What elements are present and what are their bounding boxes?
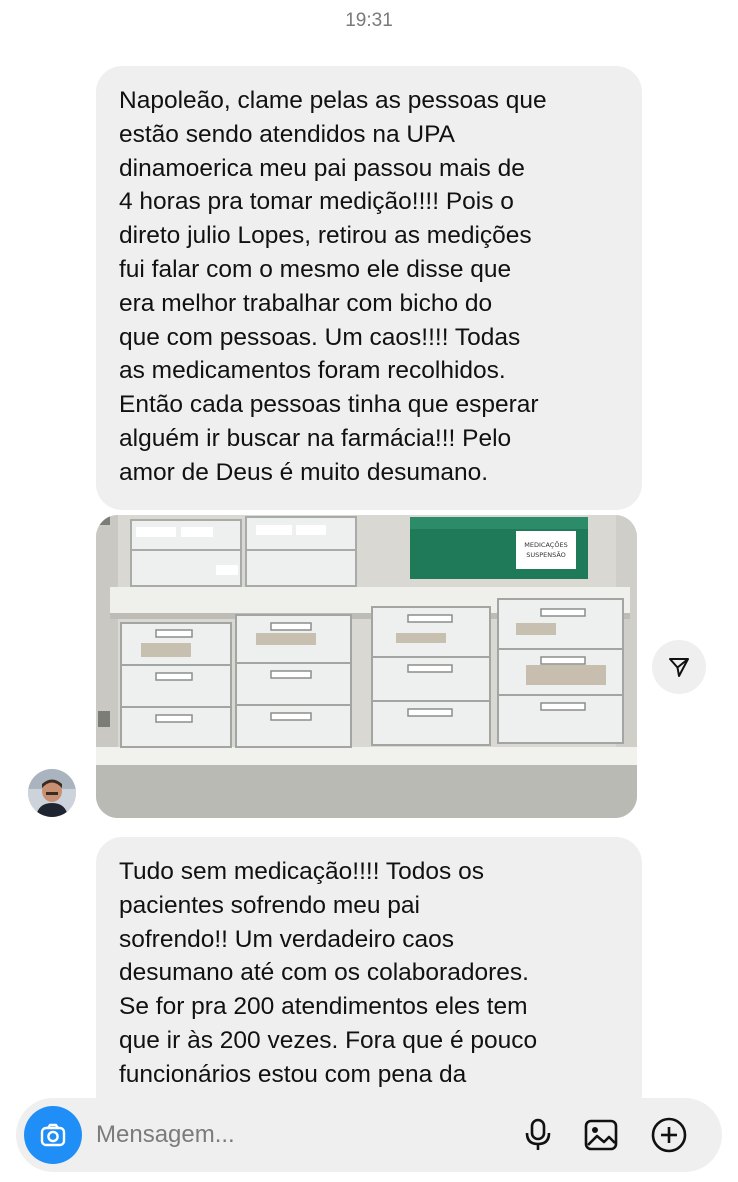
cabinet-photo-image: MEDICAÇÕES SUSPENSÃO bbox=[96, 515, 637, 818]
voice-message-button[interactable] bbox=[518, 1115, 558, 1155]
message-text-1: Napoleão, clame pelas as pessoas que est… bbox=[119, 87, 547, 486]
box-label-2: SUSPENSÃO bbox=[526, 550, 566, 559]
plus-icon bbox=[651, 1117, 687, 1153]
message-composer bbox=[16, 1098, 722, 1172]
message-text-2: Tudo sem medicação!!!! Todos os paciente… bbox=[119, 858, 538, 1088]
message-timestamp: 19:31 bbox=[345, 10, 393, 31]
camera-icon bbox=[40, 1123, 66, 1147]
camera-button[interactable] bbox=[24, 1106, 82, 1164]
image-icon bbox=[584, 1119, 618, 1151]
gallery-button[interactable] bbox=[581, 1115, 621, 1155]
more-button[interactable] bbox=[649, 1115, 689, 1155]
message-photo[interactable]: MEDICAÇÕES SUSPENSÃO bbox=[96, 515, 637, 818]
message-bubble-2[interactable]: Tudo sem medicação!!!! Todos os paciente… bbox=[96, 837, 642, 1127]
box-label-1: MEDICAÇÕES bbox=[524, 540, 567, 549]
message-input[interactable] bbox=[96, 1114, 496, 1156]
avatar-image bbox=[28, 769, 76, 817]
message-bubble-1[interactable]: Napoleão, clame pelas as pessoas que est… bbox=[96, 66, 642, 510]
sender-avatar[interactable] bbox=[28, 769, 76, 817]
send-icon bbox=[669, 658, 689, 677]
share-button[interactable] bbox=[652, 640, 706, 694]
microphone-icon bbox=[525, 1118, 551, 1150]
